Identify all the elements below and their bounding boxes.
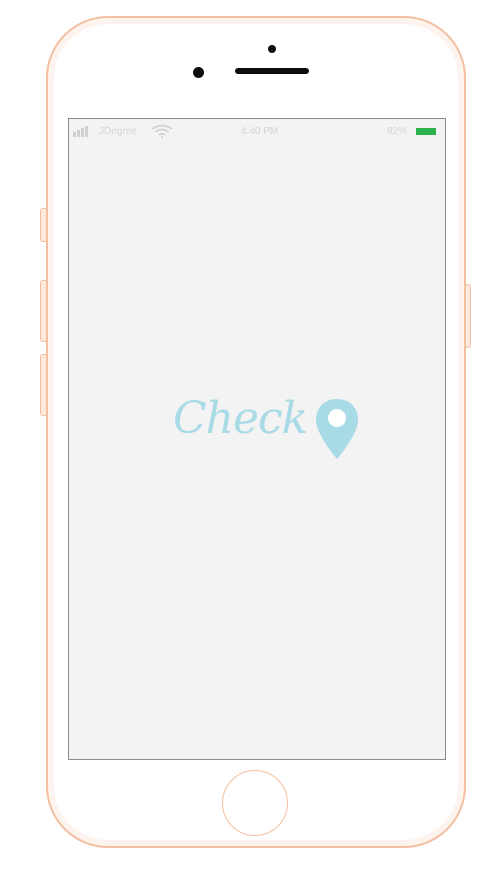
splash-logo: Check bbox=[173, 395, 363, 465]
carrier-name: JDegree bbox=[99, 126, 137, 137]
app-screen: JDegree 4:40 PM 82% Check bbox=[68, 118, 446, 760]
earpiece-speaker bbox=[235, 68, 309, 74]
device-mockup: JDegree 4:40 PM 82% Check bbox=[0, 0, 487, 883]
status-time: 4:40 PM bbox=[241, 126, 279, 137]
battery-percent: 82% bbox=[386, 126, 407, 137]
location-pin-icon bbox=[316, 399, 358, 459]
proximity-sensor bbox=[268, 45, 276, 53]
status-bar: JDegree 4:40 PM 82% bbox=[69, 119, 445, 143]
home-button[interactable] bbox=[222, 770, 288, 836]
front-camera-icon bbox=[193, 67, 204, 78]
logo-text: Check bbox=[173, 393, 308, 444]
signal-bars-icon bbox=[73, 126, 88, 137]
battery-icon bbox=[416, 128, 436, 135]
wifi-icon bbox=[151, 124, 173, 138]
